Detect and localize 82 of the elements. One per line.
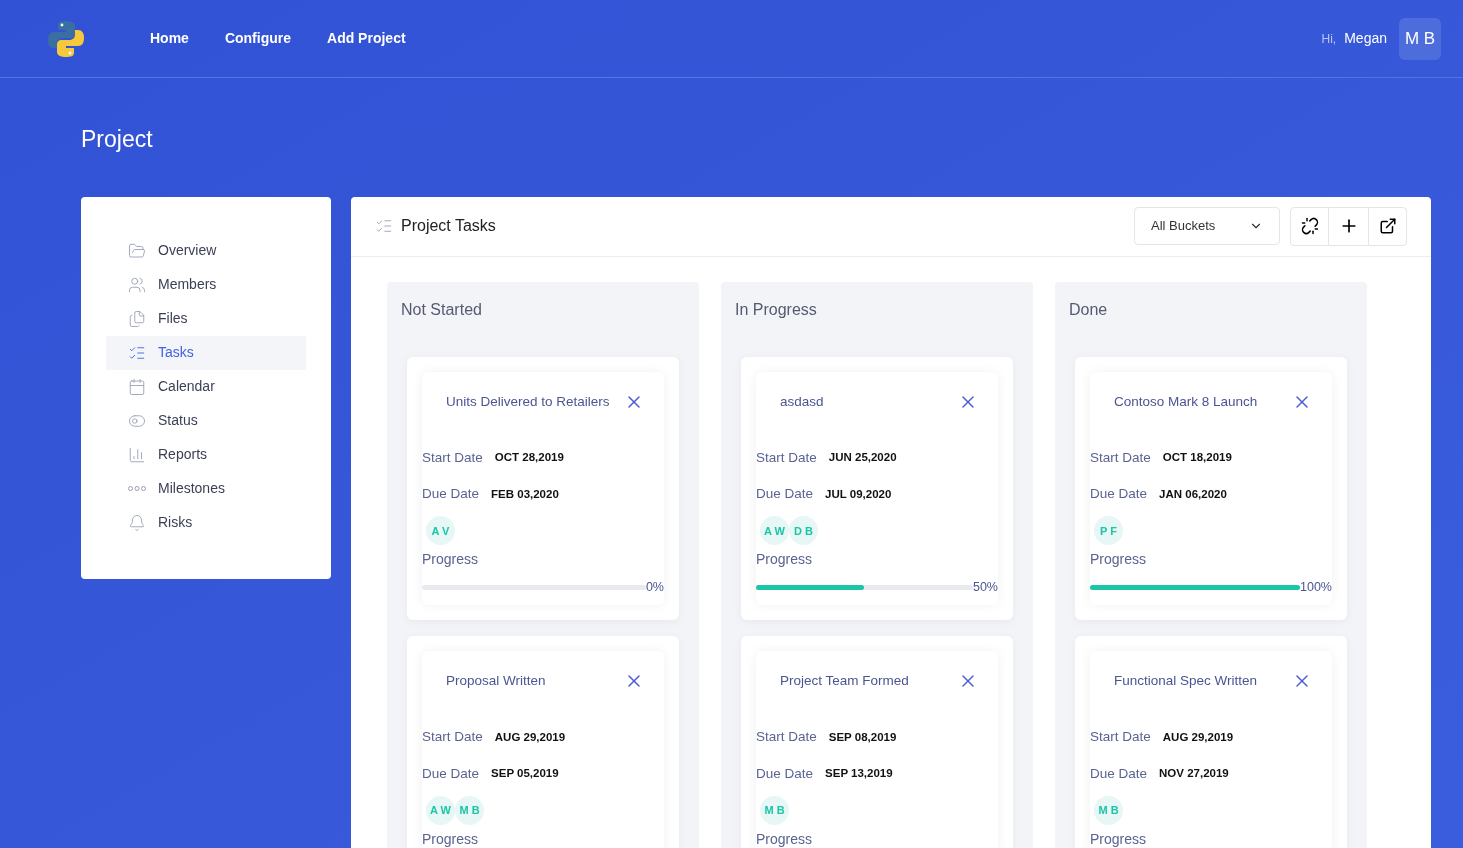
greeting: Hi,: [1321, 30, 1337, 48]
due-date-label: Due Date: [422, 485, 480, 503]
due-date: SEP 05,2019: [491, 766, 559, 781]
panel-title: Project Tasks: [401, 216, 496, 236]
assignee-avatar: P F: [1094, 516, 1123, 546]
broken-link-icon: [1300, 217, 1319, 235]
column-title: In Progress: [735, 299, 818, 320]
unlink-button[interactable]: [1290, 206, 1329, 246]
due-date-label: Due Date: [756, 764, 814, 783]
progress-label: Progress: [1090, 550, 1148, 570]
checklist-icon: [375, 217, 393, 235]
sidebar-item[interactable]: Files: [106, 301, 306, 336]
sidebar-item[interactable]: Risks: [106, 505, 306, 540]
sidebar-item[interactable]: Calendar: [106, 369, 306, 404]
column-title: Done: [1069, 299, 1109, 320]
start-date-label: Start Date: [756, 728, 817, 747]
dots-icon: [128, 486, 146, 491]
bucket-select[interactable]: All Buckets: [1134, 207, 1280, 245]
sidebar-item[interactable]: Milestones: [106, 471, 306, 506]
start-date-label: Start Date: [422, 728, 483, 747]
assignee-avatar: M B: [455, 795, 484, 825]
due-date-label: Due Date: [756, 485, 814, 503]
task-title: Contoso Mark 8 Launch: [1114, 392, 1258, 411]
due-date-label: Due Date: [1090, 485, 1148, 503]
open-external-button[interactable]: [1368, 206, 1407, 246]
task-title: Functional Spec Written: [1114, 672, 1258, 690]
start-date-label: Start Date: [756, 448, 817, 467]
user-name: Megan: [1344, 29, 1387, 48]
due-date: FEB 03,2020: [491, 486, 559, 502]
sidebar-item[interactable]: Members: [106, 267, 306, 302]
assignee-avatar: A V: [426, 516, 455, 546]
progress-label: Progress: [1090, 829, 1148, 848]
progress-label: Progress: [422, 829, 480, 848]
progress-label: Progress: [422, 550, 480, 570]
assignee-avatar: M B: [1094, 795, 1123, 825]
assignee-avatar: A W: [760, 516, 789, 546]
start-date: SEP 08,2019: [828, 729, 897, 745]
nav-link[interactable]: Home: [150, 28, 189, 49]
sidebar-item[interactable]: Tasks: [106, 335, 306, 370]
user-avatar[interactable]: M B: [1399, 17, 1441, 60]
bell-icon: [128, 513, 146, 532]
folder-icon: [128, 241, 146, 260]
due-date: JAN 06,2020: [1159, 486, 1227, 502]
progress-reading: 100%: [1300, 579, 1332, 597]
people-icon: [128, 275, 146, 294]
external-link-icon: [1378, 217, 1397, 235]
assignee-avatar: M B: [760, 795, 789, 825]
start-date: AUG 29,2019: [494, 729, 566, 745]
page-title: Project: [81, 125, 154, 154]
nav-link[interactable]: Configure: [224, 28, 291, 49]
task-title: Proposal Written: [446, 672, 546, 690]
due-date: SEP 13,2019: [825, 766, 893, 781]
due-date: NOV 27,2019: [1159, 766, 1229, 781]
column-title: Not Started: [401, 299, 483, 320]
start-date-label: Start Date: [1090, 728, 1151, 747]
task-title: Project Team Formed: [780, 672, 909, 690]
add-button[interactable]: [1329, 206, 1368, 246]
progress-reading: 0%: [645, 579, 664, 597]
start-date: JUN 25,2020: [828, 450, 897, 466]
sidebar-item[interactable]: Overview: [106, 233, 306, 268]
due-date-label: Due Date: [422, 764, 480, 783]
task-title: asdasd: [780, 392, 824, 411]
start-date: OCT 18,2019: [1162, 450, 1232, 466]
assignee-avatar: A W: [426, 795, 455, 825]
python-logo: [46, 18, 86, 59]
sidebar-item[interactable]: Reports: [106, 437, 306, 472]
calendar-icon: [128, 377, 146, 396]
files-icon: [128, 309, 146, 328]
start-date-label: Start Date: [422, 448, 483, 467]
assignee-avatar: D B: [789, 516, 818, 546]
due-date: JUL 09,2020: [825, 486, 892, 502]
task-title: Units Delivered to Retailers: [446, 392, 610, 411]
progress-reading: 50%: [972, 579, 998, 597]
due-date-label: Due Date: [1090, 764, 1148, 783]
bar-chart-icon: [128, 445, 146, 464]
start-date: OCT 28,2019: [494, 450, 564, 466]
sidebar-item[interactable]: Status: [106, 403, 306, 438]
start-date: AUG 29,2019: [1162, 729, 1234, 745]
progress-label: Progress: [756, 829, 814, 848]
progress-label: Progress: [756, 550, 814, 570]
nav-link[interactable]: Add Project: [327, 28, 406, 49]
start-date-label: Start Date: [1090, 448, 1151, 467]
